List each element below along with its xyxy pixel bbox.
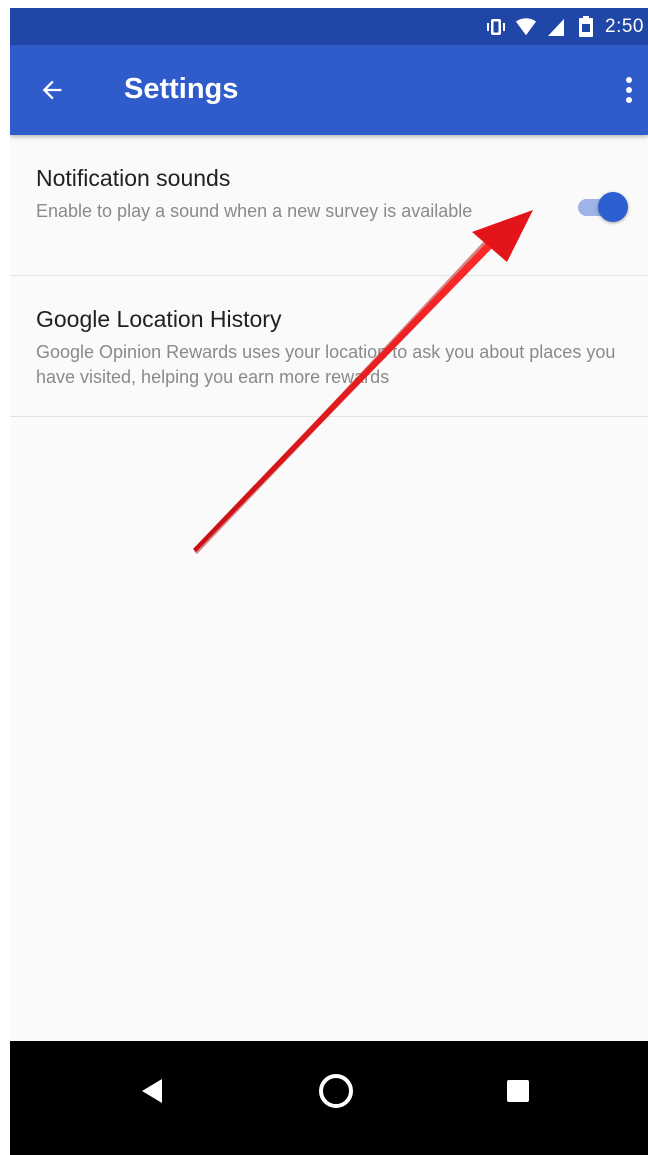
setting-summary: Google Opinion Rewards uses your locatio… <box>36 342 616 387</box>
phone-screen: 2:50 Settings Notification sounds Enable… <box>10 8 648 1155</box>
nav-back-icon <box>142 1079 162 1103</box>
nav-recents-icon <box>507 1080 529 1102</box>
nav-home-icon <box>319 1074 353 1108</box>
vibrate-icon <box>485 16 507 38</box>
app-bar: Settings <box>10 45 648 135</box>
nav-back-button[interactable] <box>122 1061 182 1121</box>
notification-sounds-toggle[interactable] <box>576 189 632 225</box>
more-vert-icon <box>626 77 632 103</box>
setting-notification-sounds[interactable]: Notification sounds Enable to play a sou… <box>10 135 648 276</box>
wifi-icon <box>515 16 537 38</box>
status-time: 2:50 <box>605 15 644 37</box>
setting-title: Notification sounds <box>36 165 231 191</box>
navigation-bar <box>10 1041 648 1155</box>
status-bar: 2:50 <box>10 8 648 45</box>
battery-icon <box>575 15 597 38</box>
cell-signal-icon <box>545 16 567 38</box>
arrow-back-icon <box>42 80 62 100</box>
setting-summary: Enable to play a sound when a new survey… <box>36 201 473 221</box>
setting-google-location-history[interactable]: Google Location History Google Opinion R… <box>10 276 648 417</box>
toggle-thumb <box>598 192 628 222</box>
nav-recents-button[interactable] <box>488 1061 548 1121</box>
more-options-button[interactable] <box>614 68 644 112</box>
page-title: Settings <box>124 73 239 105</box>
setting-title: Google Location History <box>36 306 282 332</box>
back-button[interactable] <box>30 68 74 112</box>
nav-home-button[interactable] <box>306 1061 366 1121</box>
